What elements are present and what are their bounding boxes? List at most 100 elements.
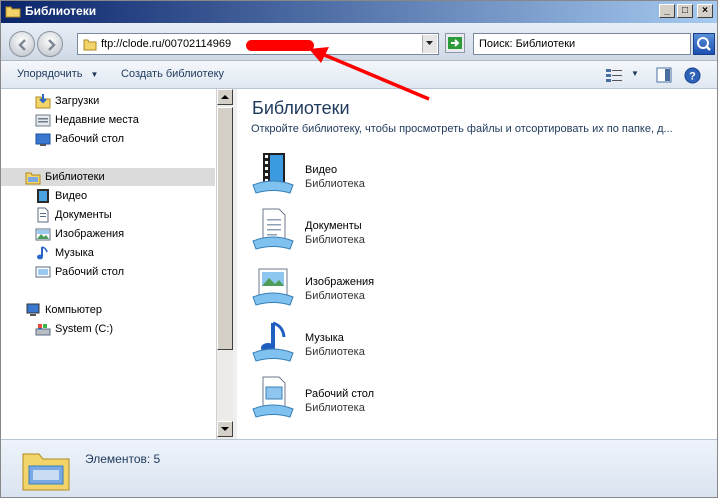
library-name: Видео — [305, 164, 338, 176]
video-library-icon — [252, 153, 294, 194]
item-count: Элементов: 5 — [85, 452, 161, 466]
svg-text:?: ? — [689, 71, 696, 83]
documents-library-icon — [252, 208, 294, 250]
arrow-right-icon — [48, 39, 56, 51]
sidebar-item-recent-places[interactable]: Недавние места — [35, 111, 215, 129]
library-item-pictures[interactable]: Изображения Библиотека — [249, 263, 549, 313]
documents-icon — [37, 207, 49, 223]
drive-icon — [35, 324, 51, 336]
chevron-down-icon — [426, 41, 433, 45]
library-item-video[interactable]: Видео Библиотека — [249, 151, 549, 201]
content-pane: Библиотеки Откройте библиотеку, чтобы пр… — [237, 89, 717, 439]
library-kind: Библиотека — [305, 402, 365, 414]
sidebar-item-label: Компьютер — [45, 304, 102, 316]
search-input[interactable]: Поиск: Библиотеки — [473, 33, 691, 55]
search-icon — [697, 37, 711, 51]
downloads-icon — [35, 94, 51, 109]
desktop-icon — [35, 266, 51, 278]
folder-icon — [83, 39, 97, 51]
maximize-button[interactable]: □ — [677, 4, 693, 18]
library-name: Музыка — [305, 332, 344, 344]
go-arrow-icon — [448, 37, 462, 49]
desktop-library-icon — [252, 376, 294, 418]
chevron-down-icon: ▼ — [90, 70, 99, 79]
scroll-thumb[interactable] — [217, 107, 233, 350]
sidebar-item-label: Загрузки — [55, 95, 100, 107]
library-item-desktop[interactable]: Рабочий стол Библиотека — [249, 375, 549, 425]
preview-pane-icon[interactable] — [656, 67, 672, 83]
help-icon[interactable]: ? — [684, 67, 701, 84]
sidebar-item-label: Изображения — [55, 228, 125, 240]
close-button[interactable]: × — [697, 4, 713, 18]
sidebar-item-downloads[interactable]: Загрузки — [35, 92, 215, 110]
sidebar-item-label: Музыка — [55, 247, 94, 259]
recent-places-icon — [35, 114, 51, 127]
sidebar-item-label: Рабочий стол — [55, 133, 125, 145]
create-library-button[interactable]: Создать библиотеку — [121, 68, 224, 80]
sidebar-item-computer[interactable]: Компьютер — [25, 301, 215, 319]
computer-icon — [26, 303, 40, 316]
navigation-bar: ftp://clode.ru/00702114969 Поиск: Библио… — [1, 23, 717, 61]
sidebar-item-desktop[interactable]: Рабочий стол — [35, 130, 215, 148]
sidebar-item-music[interactable]: Музыка — [35, 244, 215, 262]
libraries-folder-icon — [22, 453, 70, 491]
view-dropdown-icon[interactable]: ▼ — [631, 69, 639, 78]
address-bar[interactable]: ftp://clode.ru/00702114969 — [77, 33, 439, 55]
library-kind: Библиотека — [305, 346, 365, 358]
library-kind: Библиотека — [305, 178, 365, 190]
search-button[interactable] — [693, 33, 715, 55]
address-text[interactable]: ftp://clode.ru/00702114969 — [101, 38, 231, 50]
sidebar-item-label: System (C:) — [55, 323, 114, 335]
search-placeholder: Поиск: Библиотеки — [479, 38, 576, 50]
sidebar-item-label: Рабочий стол — [55, 266, 125, 278]
scroll-down-button[interactable] — [217, 421, 233, 437]
back-button[interactable] — [9, 31, 35, 57]
view-options-icon[interactable] — [605, 67, 623, 83]
arrow-left-icon — [18, 39, 26, 51]
sidebar-item-label: Библиотеки — [45, 171, 105, 183]
address-dropdown-button[interactable] — [422, 35, 437, 53]
library-kind: Библиотека — [305, 234, 365, 246]
pictures-icon — [35, 228, 51, 241]
go-button[interactable] — [445, 33, 465, 53]
library-item-music[interactable]: Музыка Библиотека — [249, 319, 549, 369]
video-icon — [37, 189, 49, 203]
command-bar: Упорядочить ▼ Создать библиотеку ▼ ? — [1, 61, 717, 89]
sidebar-item-desktop-library[interactable]: Рабочий стол — [35, 263, 215, 281]
scroll-up-button[interactable] — [217, 89, 233, 105]
music-library-icon — [252, 321, 294, 362]
sidebar-item-label: Документы — [55, 209, 112, 221]
navigation-pane: Загрузки Недавние места Рабочий стол Биб… — [1, 89, 233, 439]
sidebar-item-video[interactable]: Видео — [35, 187, 215, 205]
library-name: Документы — [305, 220, 362, 232]
music-icon — [37, 246, 48, 260]
sidebar-item-libraries[interactable]: Библиотеки — [1, 168, 215, 186]
library-name: Рабочий стол — [305, 388, 375, 400]
library-name: Изображения — [305, 276, 375, 288]
window-title: Библиотеки — [25, 4, 97, 18]
forward-button[interactable] — [37, 31, 63, 57]
desktop-icon — [35, 133, 51, 146]
sidebar-item-system-drive[interactable]: System (C:) — [35, 320, 215, 338]
sidebar-item-label: Видео — [55, 190, 88, 202]
pictures-library-icon — [252, 268, 294, 306]
library-item-documents[interactable]: Документы Библиотека — [249, 207, 549, 257]
explorer-window: Библиотеки _ □ × ftp://clode.ru/00702114… — [0, 0, 718, 498]
organize-button[interactable]: Упорядочить ▼ — [17, 68, 98, 80]
page-title: Библиотеки — [252, 98, 350, 118]
sidebar-item-label: Недавние места — [55, 114, 139, 126]
chevron-down-icon — [221, 427, 229, 431]
chevron-up-icon — [221, 95, 229, 99]
title-bar: Библиотеки _ □ × — [1, 1, 717, 23]
sidebar-item-pictures[interactable]: Изображения — [35, 225, 215, 243]
library-kind: Библиотека — [305, 290, 365, 302]
sidebar-item-documents[interactable]: Документы — [35, 206, 215, 224]
organize-label: Упорядочить — [17, 68, 83, 80]
redaction-mark — [246, 40, 314, 51]
folder-icon — [5, 6, 21, 18]
page-description: Откройте библиотеку, чтобы просмотреть ф… — [251, 123, 673, 135]
navigation-scrollbar[interactable] — [216, 89, 233, 439]
libraries-icon — [25, 172, 41, 185]
minimize-button[interactable]: _ — [659, 4, 675, 18]
details-pane: Элементов: 5 — [1, 439, 717, 497]
